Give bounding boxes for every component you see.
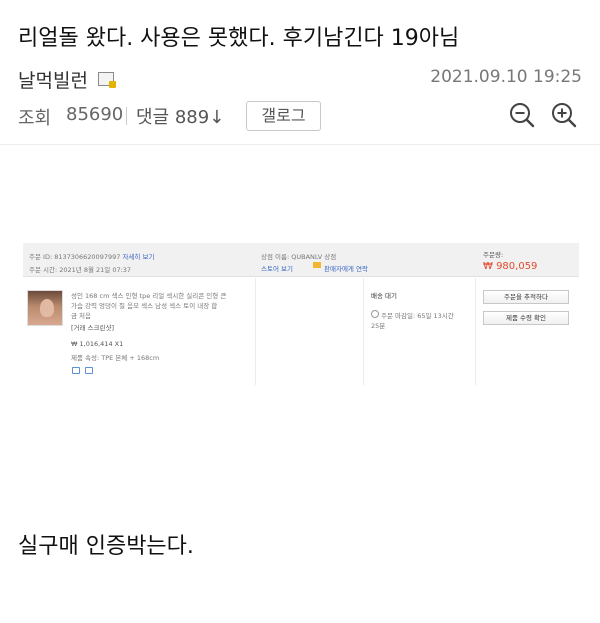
order-body: 성인 168 cm 섹스 인형 tpe 리얼 섹시한 실리콘 인형 큰 가슴 강… xyxy=(23,278,579,385)
author-row: 날먹빌런 2021.09.10 19:25 xyxy=(18,64,582,92)
store-link: 스토어 보기 xyxy=(261,265,293,273)
order-deadline-minutes: 25분 xyxy=(371,322,386,330)
message-icon xyxy=(85,367,93,374)
shipping-status: 배송 대기 xyxy=(371,292,397,300)
order-time: 주문 시간: 2021년 8월 21일 07:37 xyxy=(29,266,132,274)
product-desc-line: 성인 168 cm 섹스 인형 tpe 리얼 섹시한 실리콘 인형 큰 xyxy=(71,292,227,300)
order-id: 주문 ID: 8137306620097997 자세히 보기 xyxy=(29,253,155,261)
column-divider xyxy=(475,278,476,385)
post-date: 2021.09.10 19:25 xyxy=(430,67,582,87)
track-order-button: 주문을 추적하다 xyxy=(483,290,569,304)
author-badge-icon xyxy=(98,72,116,88)
post-title: 리얼돌 왔다. 사용은 못했다. 후기남긴다 19아님 xyxy=(18,26,460,51)
product-price: ₩ 1,016,414 X1 xyxy=(71,340,124,348)
post-header: 리얼돌 왔다. 사용은 못했다. 후기남긴다 19아님 날먹빌런 2021.09… xyxy=(0,0,600,145)
product-tag: [거래 스크린샷] xyxy=(71,324,115,332)
product-desc-line: 금 처음 xyxy=(71,312,92,320)
views-label: 조회 xyxy=(18,108,52,129)
amount-value: ₩ 980,059 xyxy=(483,261,538,272)
zoom-in-icon[interactable] xyxy=(550,101,578,129)
post-body-text: 실구매 인증박는다. xyxy=(18,534,194,559)
order-screenshot-image: 주문 ID: 8137306620097997 자세히 보기 주문 시간: 20… xyxy=(23,243,579,385)
order-detail-link: 자세히 보기 xyxy=(122,253,155,261)
amount-label: 주문량: xyxy=(483,251,504,259)
column-divider xyxy=(363,278,364,385)
confirm-receipt-button: 제품 수령 확인 xyxy=(483,311,569,325)
gallog-button[interactable]: 갤로그 xyxy=(246,101,321,131)
snapshot-icon xyxy=(72,367,80,374)
seller-name: 상점 이름: QUBANLV 상점 xyxy=(261,253,337,261)
comments-link[interactable]: 댓글 889↓ xyxy=(136,103,224,129)
zoom-out-icon[interactable] xyxy=(508,101,536,129)
stat-divider xyxy=(126,107,127,125)
mail-icon xyxy=(313,262,321,268)
order-deadline: 주문 마감일: 65일 13시간 xyxy=(381,312,454,320)
views-count: 85690 xyxy=(66,104,124,125)
comments-label: 댓글 xyxy=(136,107,170,128)
contact-seller-link: 판매자에게 연락 xyxy=(324,265,368,273)
product-attributes: 제품 속성: TPE 본체 + 168cm xyxy=(71,354,160,362)
comments-arrow-icon: ↓ xyxy=(209,107,225,128)
product-desc-line: 가슴 강력 엉덩이 질 음모 섹스 남성 섹스 토이 내장 합 xyxy=(71,302,218,310)
product-thumbnail xyxy=(27,290,63,326)
column-divider xyxy=(255,278,256,385)
clock-icon xyxy=(371,310,379,318)
order-header: 주문 ID: 8137306620097997 자세히 보기 주문 시간: 20… xyxy=(23,243,579,277)
stats-row: 조회 85690 댓글 889↓ 갤로그 xyxy=(18,101,582,131)
author-name[interactable]: 날먹빌런 xyxy=(18,66,88,93)
comments-count: 889 xyxy=(174,107,210,128)
